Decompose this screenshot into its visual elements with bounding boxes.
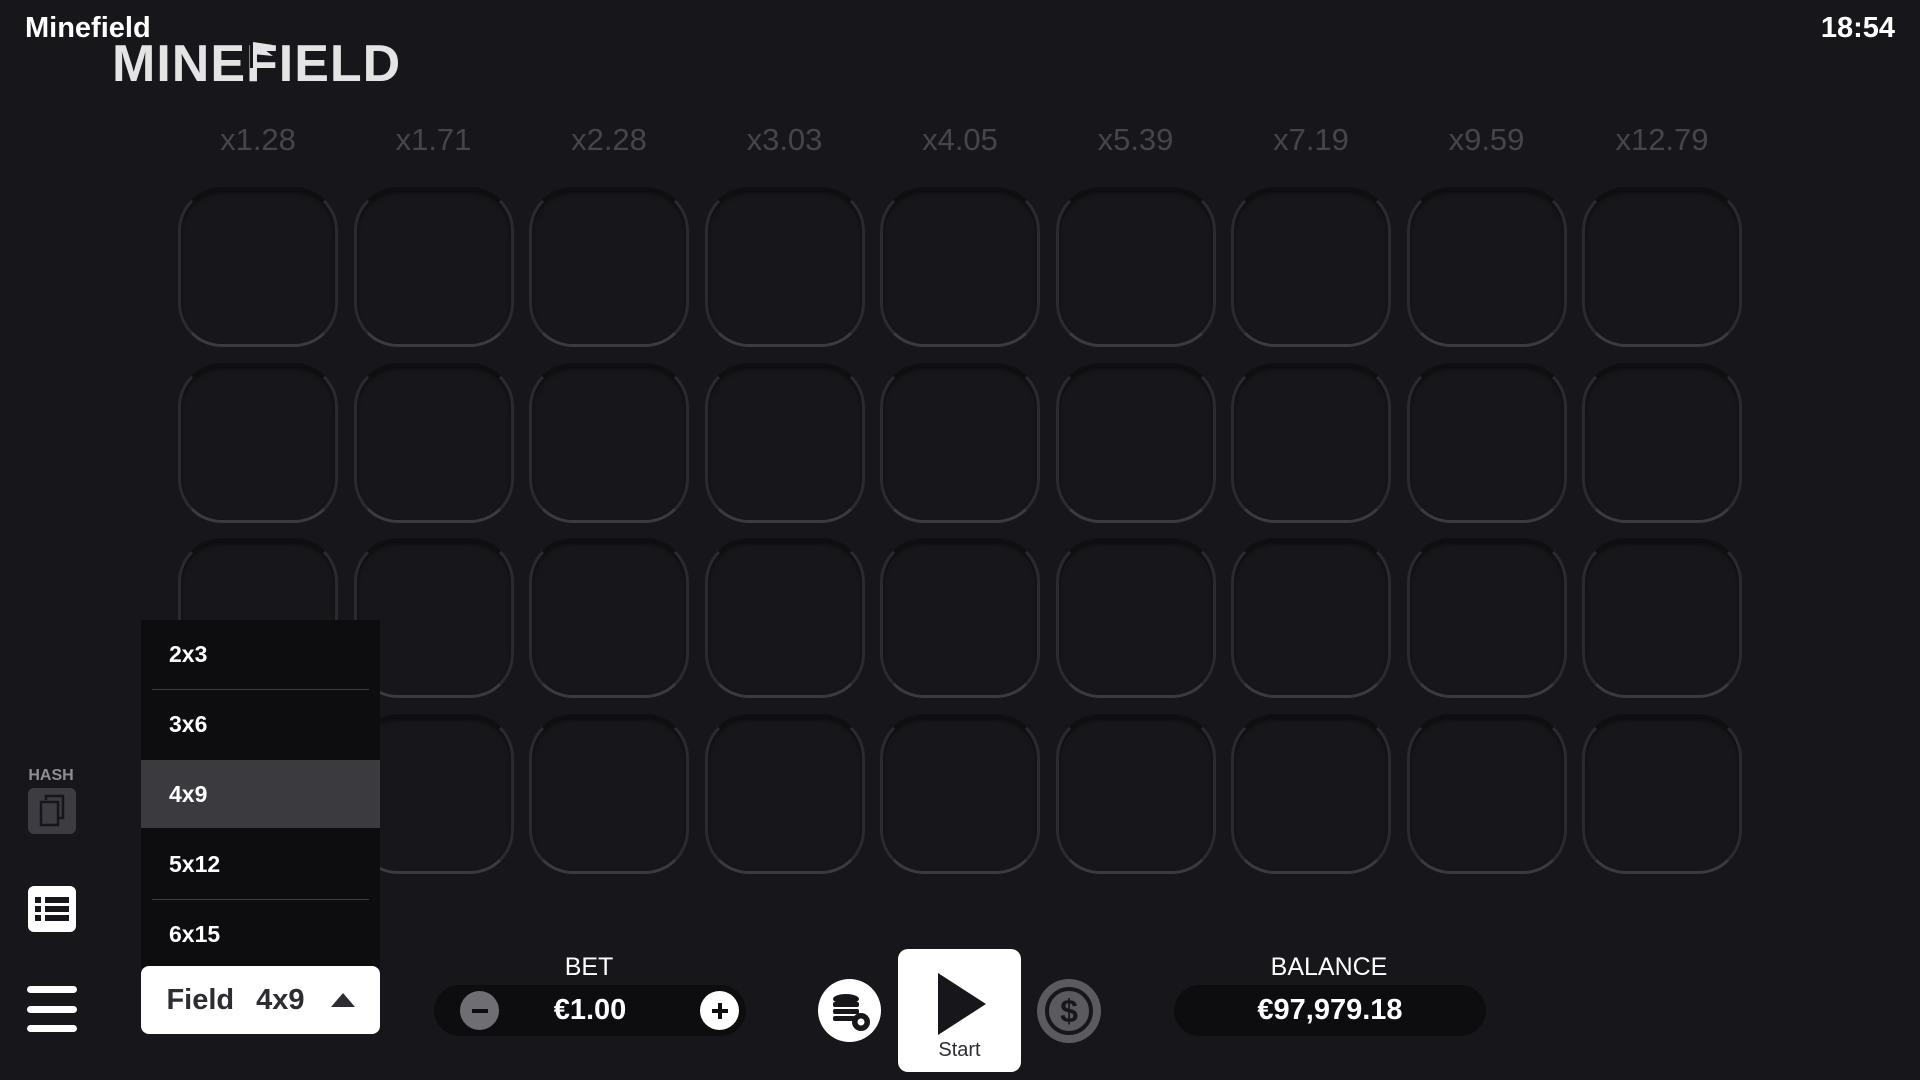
multiplier-label: x5.39: [1097, 122, 1174, 157]
mine-cell[interactable]: [704, 187, 865, 347]
hash-button[interactable]: [28, 788, 76, 834]
mine-cell[interactable]: [1055, 713, 1216, 874]
field-option-2x3[interactable]: 2x3: [141, 620, 380, 688]
start-button[interactable]: Start: [898, 949, 1021, 1072]
list-icon: [35, 897, 69, 921]
balance-amount: €97,979.18: [1174, 985, 1486, 1036]
bet-label: BET: [564, 953, 614, 981]
flag-icon: [250, 40, 273, 68]
mine-cell[interactable]: [704, 362, 865, 523]
svg-text:$: $: [1060, 993, 1078, 1029]
mine-cell[interactable]: [1231, 362, 1391, 523]
field-option-5x12[interactable]: 5x12: [141, 830, 380, 898]
clock: 18:54: [1820, 12, 1895, 44]
multiplier-label: x1.71: [395, 122, 472, 157]
field-size-select[interactable]: Field 4x9: [141, 966, 380, 1034]
minus-icon: [471, 1008, 488, 1013]
mine-cell[interactable]: [880, 538, 1040, 698]
mine-cell[interactable]: [1231, 713, 1391, 874]
multiplier-label: x4.05: [922, 122, 998, 157]
mine-cell[interactable]: [704, 713, 865, 874]
bet-control: €1.00: [434, 985, 746, 1036]
game-screen: Minefield 18:54 MINEFIELD x1.28 x1.71 x2.2…: [0, 0, 1920, 1080]
mine-cell[interactable]: [1582, 187, 1742, 347]
hash-label: HASH: [28, 767, 74, 784]
field-select-value: 4x9: [256, 983, 305, 1016]
history-button[interactable]: [28, 886, 76, 932]
plus-icon: [711, 1002, 728, 1019]
field-size-dropdown: 2x3 3x6 4x9 5x12 6x15: [141, 620, 380, 968]
game-logo: MINEFIELD: [112, 34, 401, 94]
multiplier-row: x1.28 x1.71 x2.28 x3.03 x4.05 x5.39 x7.19 x9.59…: [0, 122, 1920, 162]
multiplier-label: x7.19: [1273, 122, 1349, 157]
menu-icon-bar: [27, 986, 77, 993]
mine-cell[interactable]: [529, 538, 689, 698]
mine-cell[interactable]: [353, 187, 514, 347]
mine-cell[interactable]: [529, 713, 689, 874]
mine-cell[interactable]: [1231, 187, 1391, 347]
menu-icon-bar: [27, 1025, 77, 1032]
mine-cell[interactable]: [529, 187, 689, 347]
menu-button[interactable]: [27, 986, 77, 1032]
field-option-4x9[interactable]: 4x9: [141, 760, 380, 828]
coins-gear-icon: [832, 993, 870, 1031]
bet-amount: €1.00: [553, 994, 627, 1026]
mine-cell[interactable]: [1582, 362, 1742, 523]
mine-cell[interactable]: [1055, 187, 1216, 347]
mine-cell[interactable]: [1055, 362, 1216, 523]
mine-cell[interactable]: [880, 713, 1040, 874]
balance-label: BALANCE: [1270, 953, 1388, 981]
multiplier-label: x3.03: [746, 122, 823, 157]
increase-bet-button[interactable]: [700, 991, 739, 1030]
cashout-button[interactable]: $: [1037, 979, 1101, 1043]
caret-up-icon: [330, 993, 355, 1007]
menu-icon-bar: [27, 1005, 77, 1013]
mine-cell[interactable]: [880, 362, 1040, 523]
field-option-6x15[interactable]: 6x15: [141, 900, 380, 968]
mine-cell[interactable]: [529, 362, 689, 523]
decrease-bet-button[interactable]: [460, 991, 499, 1030]
field-select-label: Field: [166, 983, 235, 1016]
start-label: Start: [938, 1039, 981, 1061]
mine-cell[interactable]: [1055, 538, 1216, 698]
dollar-coin-icon: $: [1045, 987, 1093, 1035]
mine-cell[interactable]: [353, 362, 514, 523]
mine-cell[interactable]: [1406, 713, 1567, 874]
multiplier-label: x9.59: [1448, 122, 1525, 157]
mine-cell[interactable]: [1231, 538, 1391, 698]
mine-cell[interactable]: [704, 538, 865, 698]
multiplier-label: x12.79: [1615, 122, 1709, 157]
field-option-3x6[interactable]: 3x6: [141, 690, 380, 758]
mine-cell[interactable]: [1406, 538, 1567, 698]
play-icon: [938, 973, 986, 1035]
mine-cell[interactable]: [1582, 538, 1742, 698]
copy-icon: [39, 794, 65, 827]
autoplay-settings-button[interactable]: [818, 979, 881, 1042]
mine-cell[interactable]: [178, 362, 338, 523]
mine-cell[interactable]: [880, 187, 1040, 347]
mine-cell[interactable]: [1582, 713, 1742, 874]
mine-cell[interactable]: [1406, 187, 1567, 347]
mine-cell[interactable]: [178, 187, 338, 347]
mine-cell[interactable]: [1406, 362, 1567, 523]
multiplier-label: x1.28: [220, 122, 296, 157]
multiplier-label: x2.28: [571, 122, 647, 157]
